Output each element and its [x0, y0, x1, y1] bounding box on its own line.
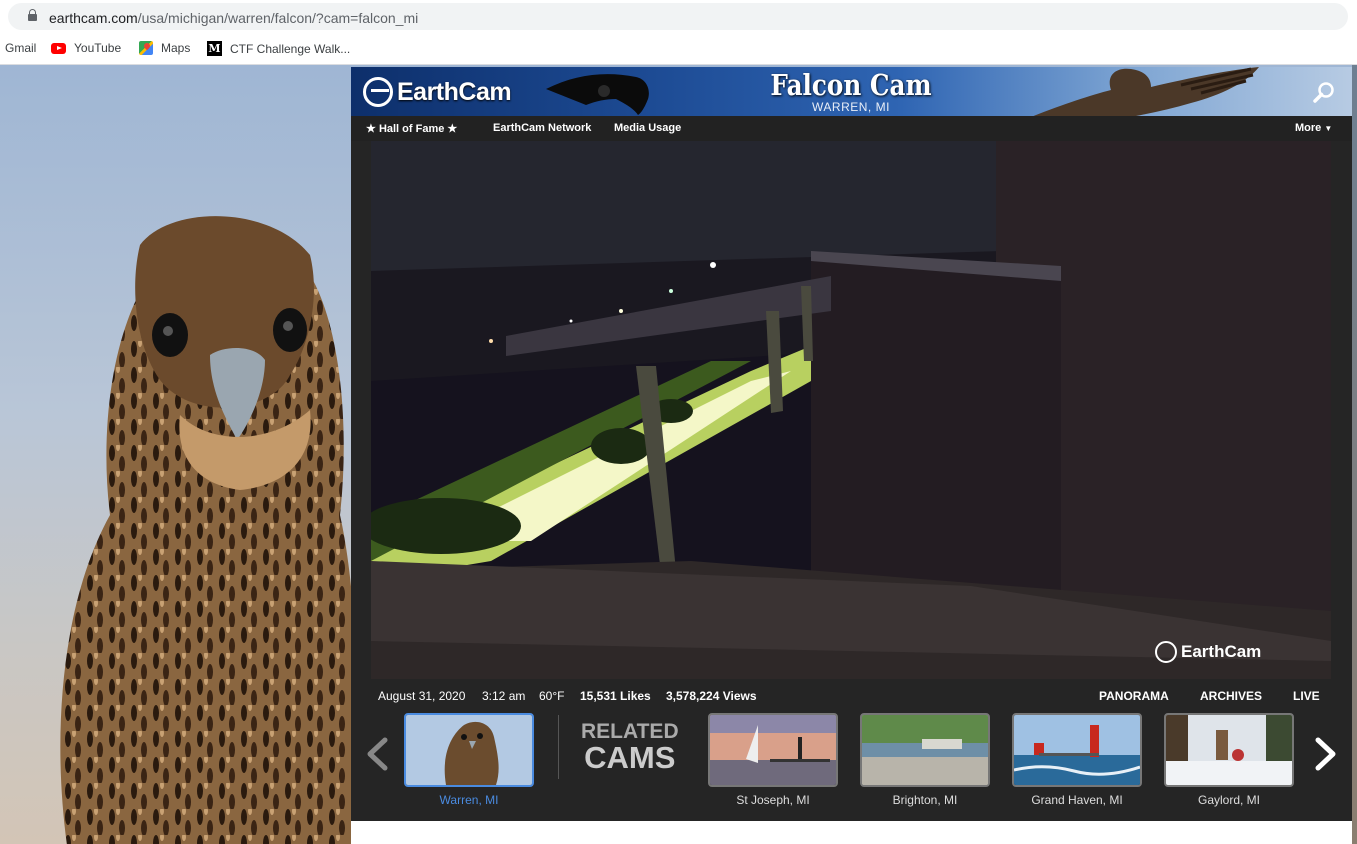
archives-button[interactable]: ARCHIVES: [1200, 689, 1262, 703]
related-cams-carousel: Warren, MI RELATED CAMS St Joseph, MI Br…: [351, 709, 1352, 809]
cam-time: 3:12 am: [482, 689, 526, 703]
search-icon[interactable]: [1313, 81, 1335, 103]
nav-media-usage[interactable]: Media Usage: [614, 122, 681, 134]
thumb-st-joseph[interactable]: [708, 713, 838, 787]
earthcam-logo[interactable]: EarthCam: [363, 77, 512, 107]
thumb-warren[interactable]: [404, 713, 534, 787]
star-icon: ★: [366, 123, 376, 135]
page-subtitle: WARREN, MI: [812, 100, 890, 114]
thumb-grand-haven[interactable]: [1012, 713, 1142, 787]
browser-url-bar: earthcam.com/usa/michigan/warren/falcon/…: [0, 0, 1357, 34]
nav-label: More: [1295, 122, 1322, 134]
bookmark-label: Gmail: [5, 41, 37, 55]
page-title: Falcon Cam: [770, 68, 932, 102]
bookmark-label: Maps: [161, 41, 191, 55]
falcon-silhouette-right: [1033, 67, 1259, 116]
nav-earthcam-network[interactable]: EarthCam Network: [493, 122, 591, 134]
bookmark-maps[interactable]: Maps: [139, 41, 190, 55]
thumb-label-st-joseph[interactable]: St Joseph, MI: [706, 793, 840, 807]
bookmark-gmail[interactable]: Gmail: [5, 41, 36, 55]
bookmarks-bar: Gmail YouTube Maps M CTF Challenge Walk..…: [0, 34, 1357, 65]
thumb-image: [862, 715, 988, 785]
page: EarthCam Falcon Cam WARREN, MI ★ Hall of…: [0, 65, 1357, 844]
thumb-gaylord[interactable]: [1164, 713, 1294, 787]
falcon-background-image: [60, 216, 358, 844]
thumb-label-gaylord[interactable]: Gaylord, MI: [1162, 793, 1296, 807]
thumb-image: [710, 715, 836, 785]
content-below-player: [351, 821, 1352, 844]
thumb-image: [1014, 715, 1140, 785]
url-path: /usa/michigan/warren/falcon/?cam=falcon_…: [137, 10, 419, 26]
youtube-icon: [51, 42, 66, 54]
chevron-down-icon: ▼: [1324, 124, 1333, 133]
panorama-button[interactable]: PANORAMA: [1099, 689, 1169, 703]
cam-temperature: 60°F: [539, 689, 565, 703]
bookmark-ctf[interactable]: M CTF Challenge Walk...: [207, 41, 350, 56]
bookmark-label: YouTube: [74, 41, 122, 55]
night-scene-image: [371, 141, 1331, 679]
falcon-silhouette-left: [546, 74, 649, 115]
video-watermark: EarthCam: [1155, 641, 1261, 663]
thumb-image: [406, 715, 532, 785]
views-count: 3,578,224 Views: [666, 689, 757, 703]
likes-count[interactable]: 15,531 Likes: [580, 689, 651, 703]
carousel-divider: [558, 715, 559, 779]
carousel-next-arrow[interactable]: [1312, 737, 1338, 771]
thumb-label-brighton[interactable]: Brighton, MI: [858, 793, 992, 807]
earthcam-player: EarthCam Falcon Cam WARREN, MI ★ Hall of…: [351, 67, 1352, 844]
thumb-label-warren[interactable]: Warren, MI: [402, 793, 536, 807]
cam-date: August 31, 2020: [378, 689, 466, 703]
nav-label: EarthCam Network: [493, 122, 592, 134]
earthcam-logo-icon: [363, 77, 393, 107]
star-icon: ★: [447, 123, 458, 135]
cam-title-block: Falcon Cam WARREN, MI: [741, 69, 961, 113]
page-background-right: [1352, 65, 1357, 844]
nav-label: Media Usage: [614, 122, 682, 134]
related-heading-line2: CAMS: [584, 740, 676, 775]
nav-hall-of-fame[interactable]: ★ Hall of Fame ★: [366, 122, 457, 135]
site-header: EarthCam Falcon Cam WARREN, MI: [351, 67, 1352, 116]
live-video-feed[interactable]: EarthCam: [371, 141, 1331, 679]
nav-label: Hall of Fame: [378, 123, 445, 135]
address-bar[interactable]: earthcam.com/usa/michigan/warren/falcon/…: [8, 3, 1348, 30]
url-host: earthcam.com: [49, 10, 138, 26]
main-nav: ★ Hall of Fame ★ EarthCam Network Media …: [351, 116, 1352, 141]
cam-info-bar: August 31, 2020 3:12 am 60°F 15,531 Like…: [351, 683, 1352, 707]
carousel-prev-arrow[interactable]: [365, 737, 391, 771]
nav-more[interactable]: More ▼: [1295, 122, 1332, 134]
medium-icon: M: [207, 41, 222, 56]
bookmark-label: CTF Challenge Walk...: [230, 41, 351, 56]
url-text[interactable]: earthcam.com/usa/michigan/warren/falcon/…: [49, 10, 418, 26]
thumb-image: [1166, 715, 1292, 785]
thumb-brighton[interactable]: [860, 713, 990, 787]
maps-icon: [139, 41, 153, 55]
bookmark-youtube[interactable]: YouTube: [51, 41, 121, 55]
watermark-text: EarthCam: [1181, 642, 1262, 661]
lock-icon[interactable]: [28, 9, 37, 21]
live-button[interactable]: LIVE: [1293, 689, 1320, 703]
thumb-label-grand-haven[interactable]: Grand Haven, MI: [1010, 793, 1144, 807]
earthcam-watermark-icon: [1155, 641, 1177, 663]
logo-text: EarthCam: [397, 77, 512, 106]
related-cams-heading: RELATED CAMS: [581, 721, 679, 775]
